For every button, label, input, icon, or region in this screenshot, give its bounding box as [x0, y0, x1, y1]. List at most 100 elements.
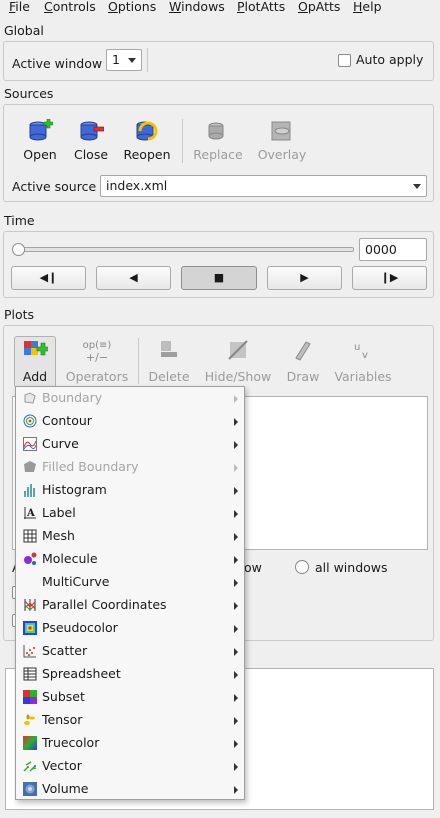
chevron-right-icon	[234, 717, 238, 725]
all-windows-label: all windows	[315, 560, 388, 575]
time-slider-handle[interactable]	[12, 243, 25, 256]
add-icon	[24, 341, 48, 356]
menu-file[interactable]: File	[9, 0, 30, 14]
last-frame-button[interactable]: ❙▶	[352, 266, 427, 290]
menu-opatts[interactable]: OpAtts	[298, 0, 340, 14]
contour-icon	[23, 414, 37, 428]
chevron-right-icon	[234, 441, 238, 449]
menu-controls[interactable]: Controls	[44, 0, 96, 14]
menu-item-histogram[interactable]: Histogram	[16, 479, 244, 502]
chevron-right-icon	[234, 487, 238, 495]
open-icon	[29, 119, 53, 141]
divider	[182, 119, 183, 163]
all-windows-radio[interactable]	[295, 560, 309, 574]
operators-button[interactable]: op(≡) +/− Operators	[62, 336, 132, 388]
first-frame-button[interactable]: ◀❙	[11, 266, 86, 290]
overlay-button[interactable]: Overlay	[254, 117, 310, 165]
histogram-icon	[24, 484, 35, 497]
divider	[147, 48, 148, 72]
chevron-down-icon	[128, 58, 136, 63]
menu-item-vector[interactable]: Vector	[16, 755, 244, 778]
menu-item-spreadsheet[interactable]: Spreadsheet	[16, 663, 244, 686]
replace-icon	[208, 122, 224, 140]
time-state-field[interactable]: 0000	[359, 238, 427, 261]
plots-section-title: Plots	[4, 307, 35, 322]
menu-item-truecolor[interactable]: Truecolor	[16, 732, 244, 755]
volume-icon	[23, 782, 37, 796]
chevron-right-icon	[234, 694, 238, 702]
delete-button[interactable]: Delete	[144, 336, 194, 388]
chevron-right-icon	[234, 602, 238, 610]
close-button[interactable]: Close	[68, 117, 114, 165]
hide-show-button[interactable]: Hide/Show	[202, 336, 274, 388]
menu-item-multicurve[interactable]: MultiCurve	[16, 571, 244, 594]
close-icon	[80, 121, 104, 141]
chevron-right-icon	[234, 533, 238, 541]
menu-item-mesh[interactable]: Mesh	[16, 525, 244, 548]
open-button[interactable]: Open	[18, 117, 62, 165]
curve-icon	[23, 437, 37, 451]
menu-plotatts[interactable]: PlotAtts	[237, 0, 285, 14]
active-source-label: Active source	[12, 179, 97, 194]
plus-minus-icon: +/−	[85, 351, 109, 364]
menu-item-molecule[interactable]: Molecule	[16, 548, 244, 571]
menu-item-contour[interactable]: Contour	[16, 410, 244, 433]
stop-button[interactable]: ■	[181, 266, 257, 290]
svg-text:v: v	[362, 350, 368, 361]
time-slider[interactable]	[14, 247, 354, 252]
auto-apply-label: Auto apply	[356, 52, 424, 67]
menu-item-boundary[interactable]: Boundary	[16, 387, 244, 410]
chevron-right-icon	[234, 395, 238, 403]
chevron-right-icon	[234, 418, 238, 426]
chevron-right-icon	[234, 671, 238, 679]
menu-item-filled-boundary[interactable]: Filled Boundary	[16, 456, 244, 479]
menu-windows[interactable]: Windows	[169, 0, 225, 14]
chevron-right-icon	[234, 786, 238, 794]
svg-text:u: u	[354, 342, 360, 353]
truecolor-icon	[23, 736, 37, 750]
active-window-value: 1	[112, 52, 120, 67]
add-plot-button[interactable]: Add	[14, 336, 56, 388]
reopen-button[interactable]: Reopen	[120, 117, 174, 165]
hide-show-icon	[228, 340, 248, 360]
chevron-right-icon	[234, 510, 238, 518]
menu-item-pseudocolor[interactable]: Pseudocolor	[16, 617, 244, 640]
time-group: 0000 ◀❙ ◀ ■ ▶ ❙▶	[3, 231, 434, 298]
menu-options[interactable]: Options	[108, 0, 156, 14]
svg-text:A: A	[26, 508, 35, 519]
active-window-combo[interactable]: 1	[106, 49, 142, 71]
active-source-combo[interactable]: index.xml	[100, 175, 427, 197]
menu-item-parallel-coordinates[interactable]: Parallel Coordinates	[16, 594, 244, 617]
chevron-right-icon	[234, 579, 238, 587]
active-source-value: index.xml	[106, 178, 168, 193]
chevron-right-icon	[234, 763, 238, 771]
scatter-icon	[23, 645, 36, 658]
filled-boundary-icon	[24, 461, 36, 472]
menu-item-label[interactable]: A Label	[16, 502, 244, 525]
subset-icon	[23, 690, 37, 704]
reverse-play-button[interactable]: ◀	[96, 266, 171, 290]
boundary-icon	[24, 392, 36, 404]
menu-item-subset[interactable]: Subset	[16, 686, 244, 709]
divider	[138, 338, 139, 384]
reopen-icon	[136, 121, 158, 141]
replace-button[interactable]: Replace	[190, 117, 246, 165]
mesh-icon	[23, 529, 37, 543]
menu-help[interactable]: Help	[353, 0, 382, 14]
menu-item-curve[interactable]: Curve	[16, 433, 244, 456]
play-button[interactable]: ▶	[267, 266, 342, 290]
parallel-coordinates-icon	[24, 599, 36, 611]
sources-section-title: Sources	[4, 86, 54, 101]
vector-icon	[23, 761, 37, 772]
apply-window-label-partial: ow	[244, 560, 262, 575]
add-plot-menu: Boundary Contour Curve Filled Boundary H…	[15, 386, 245, 800]
menu-item-scatter[interactable]: Scatter	[16, 640, 244, 663]
auto-apply-checkbox[interactable]	[338, 54, 351, 67]
draw-button[interactable]: Draw	[282, 336, 324, 388]
chevron-right-icon	[234, 625, 238, 633]
variables-button[interactable]: u v Variables	[330, 336, 396, 388]
chevron-right-icon	[234, 740, 238, 748]
molecule-icon	[24, 552, 37, 565]
menu-item-volume[interactable]: Volume	[16, 778, 244, 801]
menu-item-tensor[interactable]: Tensor	[16, 709, 244, 732]
